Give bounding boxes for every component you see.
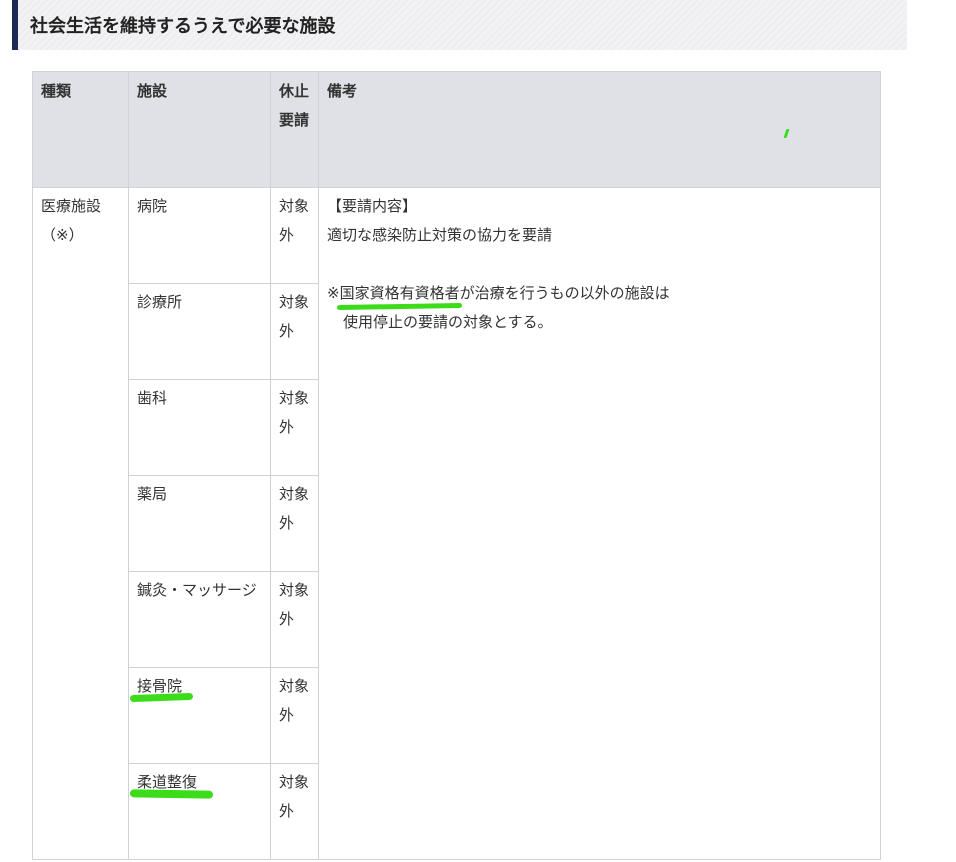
- status-hospital: 対象外: [270, 187, 319, 284]
- request-text: 適切な感染防止対策の協力を要請: [327, 226, 553, 244]
- facility-judo-therapy-cell: 柔道整復: [128, 763, 271, 860]
- status-acupuncture-massage: 対象外: [270, 571, 319, 668]
- category-name: 医療施設: [41, 197, 102, 215]
- status-clinic: 対象外: [270, 283, 319, 380]
- footnote-line-2: 使用停止の要請の対象とする。: [343, 313, 553, 331]
- facility-judo-therapy: 柔道整復: [137, 773, 198, 791]
- header-remarks: 備考: [318, 71, 881, 188]
- header-type: 種類: [32, 71, 129, 188]
- facility-pharmacy: 薬局: [128, 475, 271, 572]
- category-note: （※）: [41, 226, 84, 244]
- header-facility: 施設: [128, 71, 271, 188]
- status-bonesetter: 対象外: [270, 667, 319, 764]
- page: 社会生活を維持するうえで必要な施設 種類 施設 休止要請 備考 医療施設 （※）…: [0, 0, 956, 862]
- table-row: 医療施設 （※） 病院 対象外 【要請内容】 適切な感染防止対策の協力を要請 ※…: [32, 187, 881, 860]
- facilities-table: 種類 施設 休止要請 備考 医療施設 （※） 病院 対象外 【要請内容】 適切な…: [32, 71, 881, 860]
- footnote-highlight-text: 国家資格有資格者: [339, 284, 460, 302]
- footnote-mark: ※: [327, 284, 340, 302]
- facility-clinic: 診療所: [128, 283, 271, 380]
- licensed-practitioner-highlight: 国家資格有資格者: [336, 284, 462, 311]
- table-header-row: 種類 施設 休止要請 備考: [32, 71, 881, 188]
- facility-dental: 歯科: [128, 379, 271, 476]
- remarks-spacer: [327, 250, 872, 279]
- header-closure-request: 休止要請: [270, 71, 319, 188]
- status-dental: 対象外: [270, 379, 319, 476]
- judo-therapy-highlight: 柔道整復: [129, 773, 214, 799]
- facility-bonesetter: 接骨院: [137, 677, 183, 695]
- facility-bonesetter-cell: 接骨院: [128, 667, 271, 764]
- footnote-line-1: ※国家資格有資格者 が治療を行うもの以外の施設は: [327, 279, 872, 311]
- status-pharmacy: 対象外: [270, 475, 319, 572]
- facility-hospital: 病院: [128, 187, 271, 284]
- remarks-cell: 【要請内容】 適切な感染防止対策の協力を要請 ※国家資格有資格者 が治療を行うもの…: [318, 187, 881, 860]
- category-cell: 医療施設 （※）: [32, 187, 129, 860]
- section-heading: 社会生活を維持するうえで必要な施設: [12, 0, 907, 50]
- section-heading-text: 社会生活を維持するうえで必要な施設: [30, 16, 336, 37]
- request-label: 【要請内容】: [327, 197, 418, 215]
- facility-acupuncture-massage: 鍼灸・マッサージ: [128, 571, 271, 668]
- status-judo-therapy: 対象外: [270, 763, 319, 860]
- bonesetter-highlight: 接骨院: [129, 677, 194, 703]
- footnote-rest: が治療を行うもの以外の施設は: [459, 284, 670, 302]
